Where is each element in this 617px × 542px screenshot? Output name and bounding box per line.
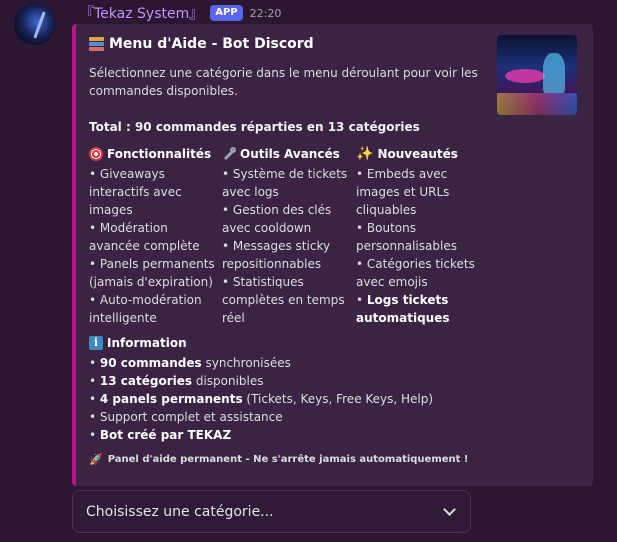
list-item: • 13 catégories disponibles bbox=[89, 374, 264, 388]
wrench-icon bbox=[222, 147, 236, 161]
info-icon: i bbox=[89, 336, 103, 350]
field-outils-avances: Outils Avancés • Système de tickets avec… bbox=[222, 145, 352, 327]
field-nouveautes: ✨ Nouveautés • Embeds avec images et URL… bbox=[356, 145, 486, 327]
list-item: • Catégories tickets avec emojis bbox=[356, 257, 475, 289]
embed-title: Menu d'Aide - Bot Discord bbox=[89, 36, 314, 52]
thumbnail-glow bbox=[505, 69, 545, 83]
list-item: • Boutons personnalisables bbox=[356, 221, 457, 253]
embed-thumbnail[interactable] bbox=[497, 35, 577, 115]
footer-text: Panel d'aide permanent - Ne s'arrête jam… bbox=[107, 454, 469, 465]
select-placeholder: Choisissez une catégorie... bbox=[86, 503, 274, 520]
chevron-down-icon bbox=[443, 503, 456, 516]
list-item: • Logs tickets automatiques bbox=[356, 293, 450, 325]
author-name[interactable]: 『Tekaz System』 bbox=[80, 3, 203, 23]
list-item: • Modération avancée complète bbox=[89, 221, 200, 253]
list-item: • Embeds avec images et URLs cliquables bbox=[356, 167, 450, 217]
thumbnail-glow bbox=[543, 53, 565, 93]
list-item: • Statistiques complètes en temps réel bbox=[222, 275, 345, 325]
field-information: i Information • 90 commandes synchronisé… bbox=[89, 334, 509, 444]
list-item: • Panels permanents (jamais d'expiration… bbox=[89, 257, 215, 289]
list-item: • Giveaways interactifs avec images bbox=[89, 167, 182, 217]
message-header: 『Tekaz System』 APP 22:20 bbox=[80, 3, 281, 23]
sparkle-icon: ✨ bbox=[356, 146, 374, 162]
list-item: • Messages sticky repositionnables bbox=[222, 239, 331, 271]
list-item: • 90 commandes synchronisées bbox=[89, 356, 291, 370]
list-item: • 4 panels permanents (Tickets, Keys, Fr… bbox=[89, 392, 434, 406]
category-select-menu[interactable]: Choisissez une catégorie... bbox=[72, 490, 471, 533]
list-item: • Bot créé par TEKAZ bbox=[89, 428, 232, 442]
field-heading: ✨ Nouveautés bbox=[356, 146, 458, 162]
field-fonctionnalites: Fonctionnalités • Giveaways interactifs … bbox=[89, 145, 217, 327]
avatar[interactable] bbox=[14, 3, 56, 45]
app-badge: APP bbox=[210, 5, 243, 21]
target-icon bbox=[89, 147, 103, 161]
thumbnail-skyline bbox=[497, 93, 577, 115]
field-heading: i Information bbox=[89, 334, 509, 352]
rocket-icon: 🚀 bbox=[89, 453, 103, 466]
field-heading: Fonctionnalités bbox=[89, 145, 217, 163]
embed-description: Sélectionnez une catégorie dans le menu … bbox=[89, 66, 478, 98]
list-item: • Système de tickets avec logs bbox=[222, 167, 348, 199]
books-icon bbox=[89, 37, 104, 51]
embed-footer: 🚀 Panel d'aide permanent - Ne s'arrête j… bbox=[89, 453, 468, 466]
embed-title-text: Menu d'Aide - Bot Discord bbox=[109, 36, 314, 52]
list-item: • Gestion des clés avec cooldown bbox=[222, 203, 332, 235]
help-embed: Menu d'Aide - Bot Discord Sélectionnez u… bbox=[72, 24, 593, 486]
discord-message: 『Tekaz System』 APP 22:20 Menu d'Aide - B… bbox=[0, 0, 617, 542]
timestamp[interactable]: 22:20 bbox=[250, 7, 282, 20]
commands-total: Total : 90 commandes réparties en 13 cat… bbox=[89, 120, 420, 134]
list-item: • Support complet et assistance bbox=[89, 410, 283, 424]
list-item: • Auto-modération intelligente bbox=[89, 293, 202, 325]
field-heading: Outils Avancés bbox=[222, 145, 352, 163]
